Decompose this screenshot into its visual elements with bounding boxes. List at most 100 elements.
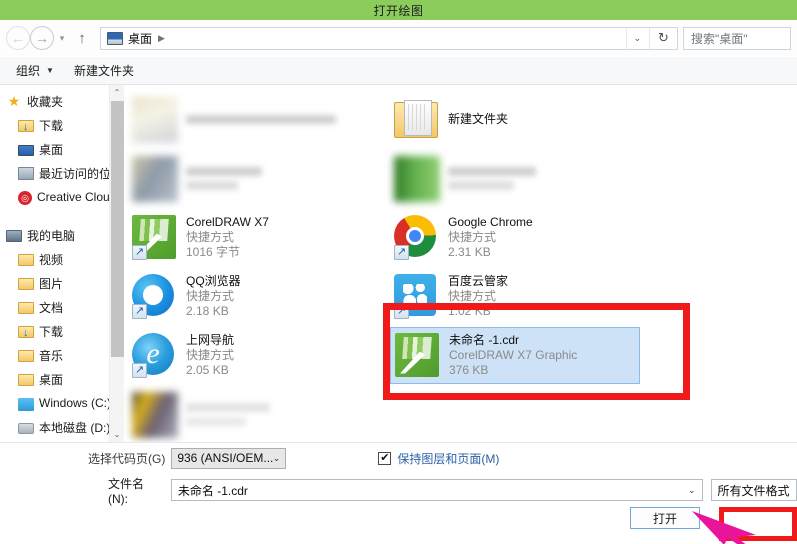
list-item[interactable] <box>128 150 390 207</box>
list-item[interactable] <box>128 386 390 442</box>
sidebar-item-local-disk-d[interactable]: 本地磁盘 (D:) <box>0 415 124 439</box>
scrollbar-thumb[interactable] <box>111 101 124 357</box>
chevron-down-icon: ⌄ <box>272 452 281 463</box>
sidebar-item-desktop[interactable]: 桌面 <box>0 137 124 161</box>
sidebar-item-pictures[interactable]: 图片 <box>0 271 124 295</box>
file-info: CorelDRAW X7 快捷方式 1016 字节 <box>186 215 269 260</box>
list-item[interactable] <box>390 150 652 207</box>
filename-label: 文件名(N): <box>108 476 145 506</box>
breadcrumb-separator-icon[interactable]: ▶ <box>158 33 165 44</box>
organize-button[interactable]: 组织 ▼ <box>6 59 64 82</box>
refresh-icon[interactable]: ↻ <box>649 27 677 49</box>
search-input[interactable]: 搜索"桌面" <box>683 26 791 50</box>
chrome-icon: ↗ <box>394 214 440 261</box>
sidebar-item-downloads-2[interactable]: 下载 <box>0 319 124 343</box>
sidebar-item-label: 桌面 <box>39 372 64 387</box>
list-item[interactable]: ↗ Google Chrome 快捷方式 2.31 KB <box>390 209 652 266</box>
internet-explorer-icon: e ↗ <box>132 332 178 379</box>
sidebar-item-desktop-2[interactable]: 桌面 <box>0 367 124 391</box>
sidebar-group-mycomputer[interactable]: 我的电脑 <box>0 223 124 247</box>
chevron-down-icon: ▼ <box>46 66 54 75</box>
blurred-label <box>186 167 262 190</box>
blurred-file-icon <box>132 96 178 143</box>
codepage-row: 选择代码页(G) 936 (ANSI/OEM... ⌄ ✔ 保持图层和页面(M) <box>0 443 797 473</box>
sidebar-item-downloads[interactable]: 下载 <box>0 113 124 137</box>
filename-input[interactable]: 未命名 -1.cdr ⌄ <box>170 479 703 501</box>
filename-row: 文件名(N): 未命名 -1.cdr ⌄ 所有文件格式 <box>0 473 797 507</box>
sidebar-item-documents[interactable]: 文档 <box>0 295 124 319</box>
windows-drive-icon <box>18 397 34 411</box>
local-drive-icon <box>18 423 34 434</box>
list-item[interactable]: ↗ CorelDRAW X7 快捷方式 1016 字节 <box>128 209 390 266</box>
new-folder-button[interactable]: 新建文件夹 <box>64 59 144 82</box>
blurred-label <box>186 115 336 124</box>
sidebar-item-label: 视频 <box>39 252 64 267</box>
window-title: 打开绘图 <box>373 3 424 18</box>
dialog-body: ★ 收藏夹 下载 桌面 最近访问的位置 ◎ Creative Cloud <box>0 85 797 442</box>
open-button[interactable]: 打开 <box>630 507 700 529</box>
file-type: 快捷方式 <box>448 230 497 244</box>
videos-folder-icon <box>18 254 34 266</box>
checkbox-check-icon: ✔ <box>378 451 392 465</box>
download-folder-icon <box>18 326 34 339</box>
list-item[interactable]: e ↗ 上网导航 快捷方式 2.05 KB <box>128 327 390 384</box>
sidebar-item-label: Creative Cloud <box>37 190 117 204</box>
list-item[interactable]: ↗ 百度云管家 快捷方式 1.02 KB <box>390 268 652 325</box>
file-list: ↗ CorelDRAW X7 快捷方式 1016 字节 ↗ QQ浏览器 快捷方式… <box>124 85 797 442</box>
address-history-dropdown[interactable]: ⌄ <box>626 27 647 49</box>
list-item[interactable]: 新建文件夹 <box>390 91 652 148</box>
file-name: 未命名 -1.cdr <box>449 333 520 347</box>
up-arrow-icon[interactable]: ↑ <box>70 26 94 50</box>
scroll-up-icon[interactable]: ⌃ <box>110 85 124 100</box>
shortcut-overlay-icon: ↗ <box>394 303 409 319</box>
filetype-select[interactable]: 所有文件格式 <box>710 479 797 501</box>
breadcrumb[interactable]: 桌面 <box>128 30 152 47</box>
organize-label: 组织 <box>16 64 41 78</box>
file-info: 未命名 -1.cdr CorelDRAW X7 Graphic 376 KB <box>449 333 577 378</box>
file-name: 百度云管家 <box>448 274 509 288</box>
qq-browser-icon: ↗ <box>132 273 178 320</box>
coreldraw-document-icon <box>395 332 441 379</box>
file-type: 快捷方式 <box>186 348 235 362</box>
filename-value: 未命名 -1.cdr <box>177 483 248 498</box>
sidebar-item-label: 音乐 <box>39 348 64 363</box>
list-item-selected-cdr[interactable]: 未命名 -1.cdr CorelDRAW X7 Graphic 376 KB <box>390 327 640 384</box>
codepage-select[interactable]: 936 (ANSI/OEM... ⌄ <box>171 447 287 469</box>
address-bar[interactable]: 桌面 ▶ ⌄ ↻ <box>100 26 678 50</box>
file-type: 快捷方式 <box>186 289 235 303</box>
desktop-folder-icon <box>18 374 34 386</box>
back-arrow-icon[interactable]: ← <box>6 26 30 50</box>
navigation-pane: ★ 收藏夹 下载 桌面 最近访问的位置 ◎ Creative Cloud <box>0 85 124 442</box>
chevron-down-icon[interactable]: ⌄ <box>688 485 696 496</box>
folder-icon <box>394 97 440 143</box>
list-item[interactable] <box>128 91 390 148</box>
dialog-footer: 选择代码页(G) 936 (ANSI/OEM... ⌄ ✔ 保持图层和页面(M)… <box>0 442 797 544</box>
computer-icon <box>6 230 22 242</box>
sidebar-divider <box>0 209 124 223</box>
scroll-down-icon[interactable]: ⌄ <box>110 427 124 442</box>
file-name: 上网导航 <box>186 333 235 347</box>
sidebar-item-label: 下载 <box>39 118 64 133</box>
file-column-1: ↗ CorelDRAW X7 快捷方式 1016 字节 ↗ QQ浏览器 快捷方式… <box>128 91 390 442</box>
shortcut-overlay-icon: ↗ <box>132 244 147 260</box>
list-item[interactable]: ↗ QQ浏览器 快捷方式 2.18 KB <box>128 268 390 325</box>
file-size: 2.31 KB <box>448 245 491 259</box>
sidebar-item-recent-places[interactable]: 最近访问的位置 <box>0 161 124 185</box>
sidebar-item-label: 文档 <box>39 300 64 315</box>
blurred-label <box>448 167 536 190</box>
sidebar-group-favorites[interactable]: ★ 收藏夹 <box>0 89 124 113</box>
file-type: CorelDRAW X7 Graphic <box>449 348 578 362</box>
sidebar-item-windows-c[interactable]: Windows (C:) <box>0 391 124 415</box>
forward-arrow-icon[interactable]: → <box>30 26 54 50</box>
file-name: Google Chrome <box>448 215 533 229</box>
chevron-down-icon[interactable]: ▾ <box>54 26 70 50</box>
sidebar-item-creative-cloud[interactable]: ◎ Creative Cloud <box>0 185 124 209</box>
title-bar: 打开绘图 <box>0 0 797 20</box>
sidebar-item-videos[interactable]: 视频 <box>0 247 124 271</box>
baidu-cloud-icon: ↗ <box>394 273 440 320</box>
sidebar-scrollbar[interactable]: ⌃ ⌄ <box>109 85 124 442</box>
sidebar-item-label: 图片 <box>39 276 64 291</box>
file-name: QQ浏览器 <box>186 274 241 288</box>
sidebar-item-music[interactable]: 音乐 <box>0 343 124 367</box>
keep-layers-checkbox[interactable]: ✔ 保持图层和页面(M) <box>378 450 499 467</box>
